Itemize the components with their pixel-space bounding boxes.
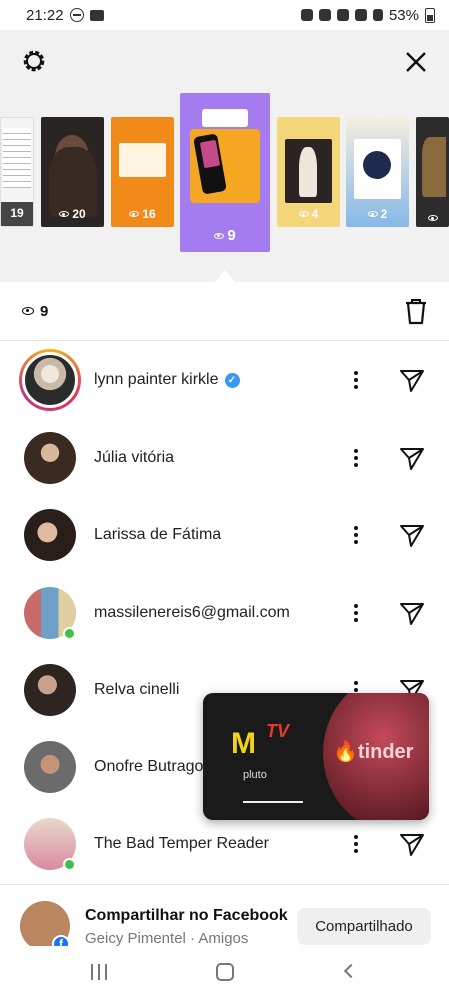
close-icon[interactable] <box>402 48 430 76</box>
send-icon[interactable] <box>398 366 426 394</box>
story-view-count: 16 <box>142 207 156 221</box>
viewer-name[interactable]: massilenereis6@gmail.com <box>94 604 290 622</box>
send-icon[interactable] <box>398 444 426 472</box>
wifi-icon <box>354 9 367 21</box>
trash-icon[interactable] <box>403 297 429 325</box>
mute-icon <box>336 9 349 21</box>
picture-in-picture-video[interactable]: M TV pluto 🔥tinder <box>203 693 429 820</box>
viewer-row[interactable]: massilenereis6@gmail.com <box>0 581 449 645</box>
story-thumb[interactable]: 2 <box>346 117 409 227</box>
story-thumb[interactable] <box>416 117 449 227</box>
viewer-name[interactable]: The Bad Temper Reader <box>94 835 269 853</box>
folder-icon <box>89 9 104 21</box>
online-status-indicator <box>63 627 76 640</box>
status-time: 21:22 <box>26 6 64 24</box>
viewer-row[interactable]: The Bad Temper Reader <box>0 812 449 876</box>
shared-button[interactable]: Compartilhado <box>297 908 431 945</box>
story-thumb[interactable]: 20 <box>41 117 104 227</box>
signal-icon <box>372 9 383 21</box>
mtv-logo: M <box>231 727 256 760</box>
recent-apps-icon[interactable] <box>91 964 107 980</box>
alarm-icon <box>300 9 313 21</box>
story-thumb[interactable]: 19 <box>0 117 34 227</box>
home-icon[interactable] <box>216 963 234 981</box>
story-thumb-active[interactable]: 9 <box>180 93 270 252</box>
viewer-row[interactable]: lynn painter kirkle ✓ <box>0 348 449 412</box>
story-view-count: 2 <box>380 207 388 221</box>
send-icon[interactable] <box>398 599 426 627</box>
story-view-count: 4 <box>311 207 319 221</box>
active-story-pointer <box>215 270 235 282</box>
viewer-name[interactable]: Larissa de Fátima <box>94 526 221 544</box>
viewer-name[interactable]: lynn painter kirkle <box>94 371 219 389</box>
more-options-icon[interactable] <box>346 523 366 547</box>
tinder-logo: 🔥tinder <box>333 741 414 763</box>
story-tray-area: 19 20 16 9 4 2 <box>0 30 449 282</box>
verified-badge-icon: ✓ <box>224 372 240 388</box>
eye-icon <box>129 211 140 217</box>
viewer-name[interactable]: Júlia vitória <box>94 449 174 467</box>
share-subtitle: Geicy Pimentel · Amigos <box>85 930 249 947</box>
eye-icon <box>367 211 378 217</box>
viewer-name[interactable]: Relva cinelli <box>94 681 179 699</box>
online-status-indicator <box>63 858 76 871</box>
more-options-icon[interactable] <box>346 832 366 856</box>
story-view-count: 19 <box>10 206 24 220</box>
eye-icon <box>214 232 225 239</box>
more-options-icon[interactable] <box>346 368 366 392</box>
avatar[interactable] <box>24 432 76 484</box>
viewer-name[interactable]: Onofre Butrago <box>94 758 203 776</box>
eye-icon <box>298 211 309 217</box>
pluto-logo: pluto <box>243 769 267 781</box>
system-navigation-bar <box>0 946 449 1000</box>
status-bar: 21:22 53% <box>0 0 449 30</box>
back-icon[interactable] <box>343 963 359 979</box>
viewer-row[interactable]: Júlia vitória <box>0 426 449 490</box>
settings-gear-icon[interactable] <box>20 47 48 75</box>
story-view-count: 20 <box>72 207 86 221</box>
do-not-disturb-icon <box>69 8 84 22</box>
share-to-facebook-bar: f Compartilhar no Facebook Geicy Pimente… <box>0 885 449 953</box>
more-options-icon[interactable] <box>346 601 366 625</box>
eye-icon <box>427 215 438 221</box>
avatar[interactable] <box>19 349 81 411</box>
story-view-count: 9 <box>227 227 236 244</box>
video-progress-bar <box>243 801 303 803</box>
more-options-icon[interactable] <box>346 446 366 470</box>
battery-percent: 53% <box>388 6 419 24</box>
avatar[interactable] <box>24 664 76 716</box>
divider <box>0 340 449 341</box>
send-icon[interactable] <box>398 830 426 858</box>
story-thumb[interactable]: 16 <box>111 117 174 227</box>
clock-icon <box>318 9 331 21</box>
avatar[interactable] <box>24 741 76 793</box>
send-icon[interactable] <box>398 521 426 549</box>
mtv-logo-tv: TV <box>266 721 290 741</box>
viewer-row[interactable]: Larissa de Fátima <box>0 503 449 567</box>
views-header: 9 <box>0 282 449 340</box>
eye-icon <box>59 211 70 217</box>
eye-icon <box>22 307 34 315</box>
story-thumb[interactable]: 4 <box>277 117 340 227</box>
total-views-count: 9 <box>40 302 49 320</box>
avatar[interactable] <box>24 509 76 561</box>
battery-icon <box>425 7 435 23</box>
share-title: Compartilhar no Facebook <box>85 907 288 924</box>
